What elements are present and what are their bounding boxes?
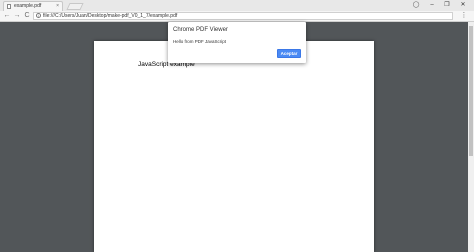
close-window-button[interactable]: ✕ — [456, 0, 470, 10]
tab-close-icon[interactable]: × — [56, 2, 59, 11]
back-button[interactable]: ← — [3, 12, 11, 20]
alert-dialog: Chrome PDF Viewer Hello from PDF JavaScr… — [168, 22, 306, 63]
tab-example-pdf[interactable]: example.pdf × — [3, 1, 63, 11]
new-tab-button[interactable] — [66, 3, 84, 10]
chrome-menu-button[interactable]: ⋮ — [460, 12, 468, 20]
profile-icon[interactable]: ◯ — [411, 1, 421, 10]
minimize-button[interactable]: – — [425, 0, 439, 10]
browser-toolbar: ← → C i file:///C:/Users/Juan/Desktop/ma… — [0, 11, 474, 22]
pdf-page: JavaScript example — [94, 41, 374, 252]
dialog-message: Hello from PDF JavaScript — [173, 39, 227, 44]
dialog-title: Chrome PDF Viewer — [173, 27, 228, 33]
address-bar[interactable]: i file:///C:/Users/Juan/Desktop/make-pdf… — [33, 12, 453, 20]
info-icon[interactable]: i — [36, 13, 41, 18]
reload-button[interactable]: C — [23, 12, 31, 20]
accept-button[interactable]: Aceptar — [277, 49, 301, 58]
url-text[interactable]: file:///C:/Users/Juan/Desktop/make-pdf_V… — [43, 13, 177, 19]
scrollbar-thumb[interactable] — [469, 26, 473, 156]
vertical-scrollbar[interactable] — [468, 22, 474, 252]
tab-title: example.pdf — [14, 3, 42, 9]
maximize-button[interactable]: ❐ — [440, 0, 454, 10]
pdf-file-icon — [7, 4, 11, 9]
forward-button[interactable]: → — [13, 12, 21, 20]
tab-strip: example.pdf × ◯ – ❐ ✕ — [0, 0, 474, 11]
